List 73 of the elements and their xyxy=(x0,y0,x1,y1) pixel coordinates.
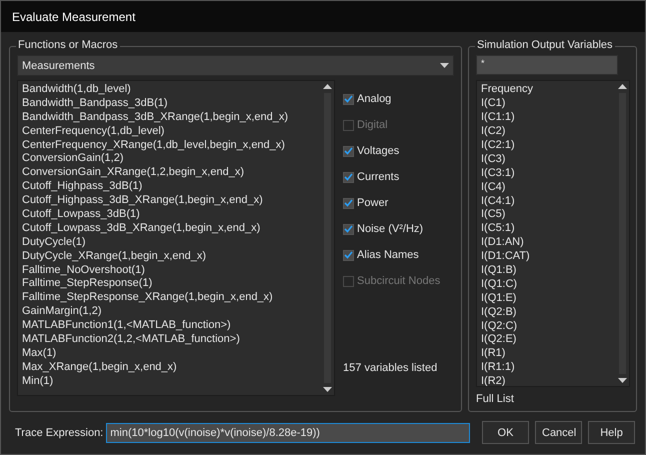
checkbox[interactable] xyxy=(343,250,354,260)
scroll-up-icon[interactable] xyxy=(618,84,626,90)
checkbox-label[interactable]: Analog xyxy=(357,93,392,105)
scroll-down-icon[interactable] xyxy=(322,387,332,392)
group-title: Simulation Output Variables xyxy=(475,39,615,51)
list-item[interactable]: DutyCycle_XRange(1,begin_x,end_x) xyxy=(22,248,316,263)
list-item[interactable]: Cutoff_Highpass_3dB_XRange(1,begin_x,end_x) xyxy=(22,193,316,208)
checkbox-label[interactable]: Currents xyxy=(357,171,400,183)
checkbox[interactable] xyxy=(343,224,354,234)
list-item[interactable]: Max(1) xyxy=(22,346,316,360)
list-item[interactable]: Falltime_StepResponse_XRange(1,begin_x,end_x) xyxy=(22,290,316,304)
scroll-down-icon[interactable] xyxy=(618,378,626,383)
list-item[interactable]: I(C1) xyxy=(481,96,611,110)
checkbox-label[interactable]: Noise (V²/Hz) xyxy=(357,223,424,235)
list-item[interactable]: I(D1:CAT) xyxy=(481,249,611,264)
dialog-button[interactable]: OK xyxy=(482,421,529,444)
list-item[interactable]: MATLABFunction1(1,<MATLAB_function>) xyxy=(22,318,316,332)
list-item[interactable]: Max_XRange(1,begin_x,end_x) xyxy=(22,360,316,374)
checkbox[interactable] xyxy=(343,94,354,104)
list-box[interactable] xyxy=(17,80,336,396)
window-title: Evaluate Measurement xyxy=(12,10,136,24)
list-item[interactable]: I(Q2:E) xyxy=(481,332,611,346)
list-item[interactable]: I(C3:1) xyxy=(481,166,611,180)
checkbox[interactable] xyxy=(343,146,354,156)
list-item[interactable]: Min(1) xyxy=(22,374,316,388)
checkbox-label[interactable]: Power xyxy=(357,197,388,209)
list-item[interactable]: Falltime_StepResponse(1) xyxy=(22,276,316,290)
list-item[interactable]: Cutoff_Lowpass_3dB(1) xyxy=(22,207,316,221)
list-item[interactable]: DutyCycle(1) xyxy=(22,234,316,249)
list-item[interactable]: Bandwidth(1,db_level) xyxy=(22,82,316,96)
dialog-button[interactable]: Help xyxy=(588,421,635,444)
list-item[interactable]: CenterFrequency_XRange(1,db_level,begin_x,end_x) xyxy=(22,138,316,152)
list-item[interactable]: I(Q1:B) xyxy=(481,263,611,277)
list-item[interactable]: I(R1) xyxy=(481,346,611,360)
list-item[interactable]: I(Q2:C) xyxy=(481,318,611,332)
dialog-button[interactable]: Cancel xyxy=(535,421,582,444)
list-item[interactable]: Bandwidth_Bandpass_3dB(1) xyxy=(22,96,316,110)
list-item[interactable]: I(C2:1) xyxy=(481,138,611,152)
list-item[interactable]: I(C2) xyxy=(481,124,611,138)
list-mode-label: Full List xyxy=(476,393,515,405)
list-item[interactable]: I(C5:1) xyxy=(481,221,611,236)
list-item[interactable]: Frequency xyxy=(481,82,611,96)
list-item[interactable]: I(C1:1) xyxy=(481,110,611,124)
filter-field[interactable]: * xyxy=(476,55,618,76)
list-item[interactable]: Cutoff_Highpass_3dB(1) xyxy=(22,179,316,194)
variable-count: 157 variables listed xyxy=(343,362,438,374)
field-label: Trace Expression: xyxy=(15,426,104,438)
list-item[interactable]: Cutoff_Lowpass_3dB_XRange(1,begin_x,end_x) xyxy=(22,220,316,235)
list-item[interactable]: Falltime_NoOvershoot(1) xyxy=(22,262,316,276)
group-title: Functions or Macros xyxy=(16,39,120,51)
trace-expression-field[interactable]: min(10*log10(v(inoise)*v(inoise)/8.28e-19)) xyxy=(106,422,470,442)
checkbox[interactable] xyxy=(343,172,354,182)
list-item[interactable]: GainMargin(1,2) xyxy=(22,304,316,318)
list-item[interactable]: I(C4) xyxy=(481,180,611,194)
list-item[interactable]: I(R1:1) xyxy=(481,360,611,374)
checkbox[interactable] xyxy=(343,198,354,208)
list-item[interactable]: MATLABFunction2(1,2,<MATLAB_function>) xyxy=(22,332,316,346)
checkbox-label[interactable]: Voltages xyxy=(357,145,400,157)
list-item[interactable]: I(D1:AN) xyxy=(481,235,611,250)
caret-icon[interactable] xyxy=(440,63,449,68)
list-item[interactable]: I(Q1:C) xyxy=(481,276,611,291)
list-item[interactable]: I(Q2:B) xyxy=(481,304,611,319)
checkbox-label[interactable]: Alias Names xyxy=(357,249,419,261)
list-item[interactable]: Bandwidth_Bandpass_3dB_XRange(1,begin_x,end_x) xyxy=(22,110,316,124)
list-item[interactable]: ConversionGain(1,2) xyxy=(22,151,316,166)
scroll-up-icon[interactable] xyxy=(322,84,332,89)
list-item[interactable]: I(C5) xyxy=(481,207,611,222)
list-item[interactable]: ConversionGain_XRange(1,2,begin_x,end_x) xyxy=(22,165,316,180)
list-item[interactable]: I(C3) xyxy=(481,152,611,166)
list-item[interactable]: CenterFrequency(1,db_level) xyxy=(22,124,316,138)
list-item[interactable]: I(C4:1) xyxy=(481,194,611,208)
list-item[interactable]: I(Q1:E) xyxy=(481,290,611,305)
category-dropdown[interactable]: Measurements xyxy=(17,55,454,76)
